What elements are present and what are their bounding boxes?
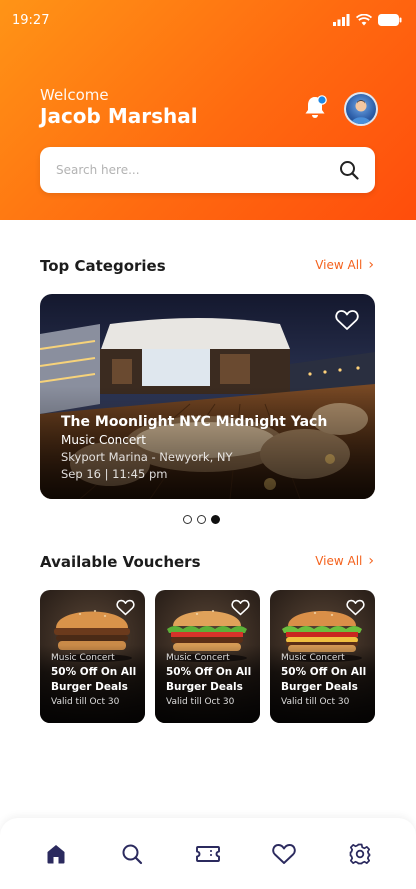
top-categories-title: Top Categories <box>40 257 166 275</box>
event-time: 11:45 pm <box>112 467 168 481</box>
event-separator: | <box>104 467 109 481</box>
favorite-button[interactable] <box>346 599 365 620</box>
carousel-dot-active[interactable] <box>211 515 220 524</box>
voucher-deal: Burger Deals <box>166 681 243 693</box>
voucher-deal: 50% Off On All <box>166 666 252 678</box>
chevron-right-icon: › <box>368 553 374 569</box>
heart-outline-icon <box>231 599 250 616</box>
carousel-indicator <box>183 515 220 524</box>
notification-button[interactable] <box>301 93 329 121</box>
event-location: Skyport Marina - Newyork, NY <box>61 450 233 464</box>
bottom-nav <box>0 818 416 889</box>
status-time: 19:27 <box>12 12 50 28</box>
favorite-button[interactable] <box>335 309 359 335</box>
event-date: Sep 16 <box>61 467 101 481</box>
event-category: Music Concert <box>61 433 146 447</box>
vouchers-view-all[interactable]: View All › <box>315 554 374 568</box>
voucher-card[interactable]: Music Concert 50% Off On All Burger Deal… <box>40 590 145 723</box>
featured-event-info: The Moonlight NYC Midnight Yach Music Co… <box>61 414 327 481</box>
view-all-label: View All <box>315 258 363 272</box>
nav-tickets[interactable] <box>188 834 228 874</box>
search-bar <box>40 146 375 194</box>
heart-icon <box>272 843 296 864</box>
heart-outline-icon <box>116 599 135 616</box>
search-icon <box>122 844 143 864</box>
featured-event-card[interactable]: The Moonlight NYC Midnight Yach Music Co… <box>40 294 375 499</box>
heart-outline-icon <box>346 599 365 616</box>
voucher-category: Music Concert <box>166 653 230 663</box>
status-bar: 19:27 <box>12 10 402 30</box>
wifi-icon <box>356 14 372 26</box>
event-title: The Moonlight NYC Midnight Yach <box>61 414 328 430</box>
ticket-icon <box>196 845 220 862</box>
carousel-dot[interactable] <box>183 515 192 524</box>
heart-outline-icon <box>335 310 359 330</box>
nav-settings[interactable] <box>340 834 380 874</box>
home-icon <box>47 844 65 863</box>
voucher-deal: Burger Deals <box>51 681 128 693</box>
voucher-deal: 50% Off On All <box>281 666 367 678</box>
bell-icon <box>305 95 327 118</box>
header: 19:27 Welcome Jacob Marshal <box>0 0 416 220</box>
voucher-category: Music Concert <box>281 653 345 663</box>
signal-icon <box>333 14 350 26</box>
avatar[interactable] <box>344 92 378 126</box>
view-all-label: View All <box>315 554 363 568</box>
voucher-deal: 50% Off On All <box>51 666 137 678</box>
event-datetime: Sep 16 | 11:45 pm <box>61 467 327 481</box>
voucher-validity: Valid till Oct 30 <box>166 697 235 707</box>
nav-home[interactable] <box>36 834 76 874</box>
search-icon <box>340 161 359 180</box>
chevron-right-icon: › <box>368 257 374 273</box>
voucher-list: Music Concert 50% Off On All Burger Deal… <box>40 590 375 723</box>
nav-search[interactable] <box>112 834 152 874</box>
settings-icon <box>349 843 371 864</box>
avatar-image <box>351 100 371 124</box>
voucher-category: Music Concert <box>51 653 115 663</box>
user-name: Jacob Marshal <box>40 104 198 128</box>
search-button[interactable] <box>331 152 367 188</box>
battery-icon <box>378 14 402 26</box>
vouchers-title: Available Vouchers <box>40 553 201 571</box>
favorite-button[interactable] <box>116 599 135 620</box>
search-input[interactable] <box>40 146 331 194</box>
voucher-validity: Valid till Oct 30 <box>51 697 120 707</box>
voucher-card[interactable]: Music Concert 50% Off On All Burger Deal… <box>270 590 375 723</box>
voucher-deal: Burger Deals <box>281 681 358 693</box>
carousel-dot[interactable] <box>197 515 206 524</box>
welcome-label: Welcome <box>40 86 109 104</box>
nav-favorites[interactable] <box>264 834 304 874</box>
voucher-validity: Valid till Oct 30 <box>281 697 350 707</box>
voucher-card[interactable]: Music Concert 50% Off On All Burger Deal… <box>155 590 260 723</box>
favorite-button[interactable] <box>231 599 250 620</box>
top-categories-view-all[interactable]: View All › <box>315 258 374 272</box>
